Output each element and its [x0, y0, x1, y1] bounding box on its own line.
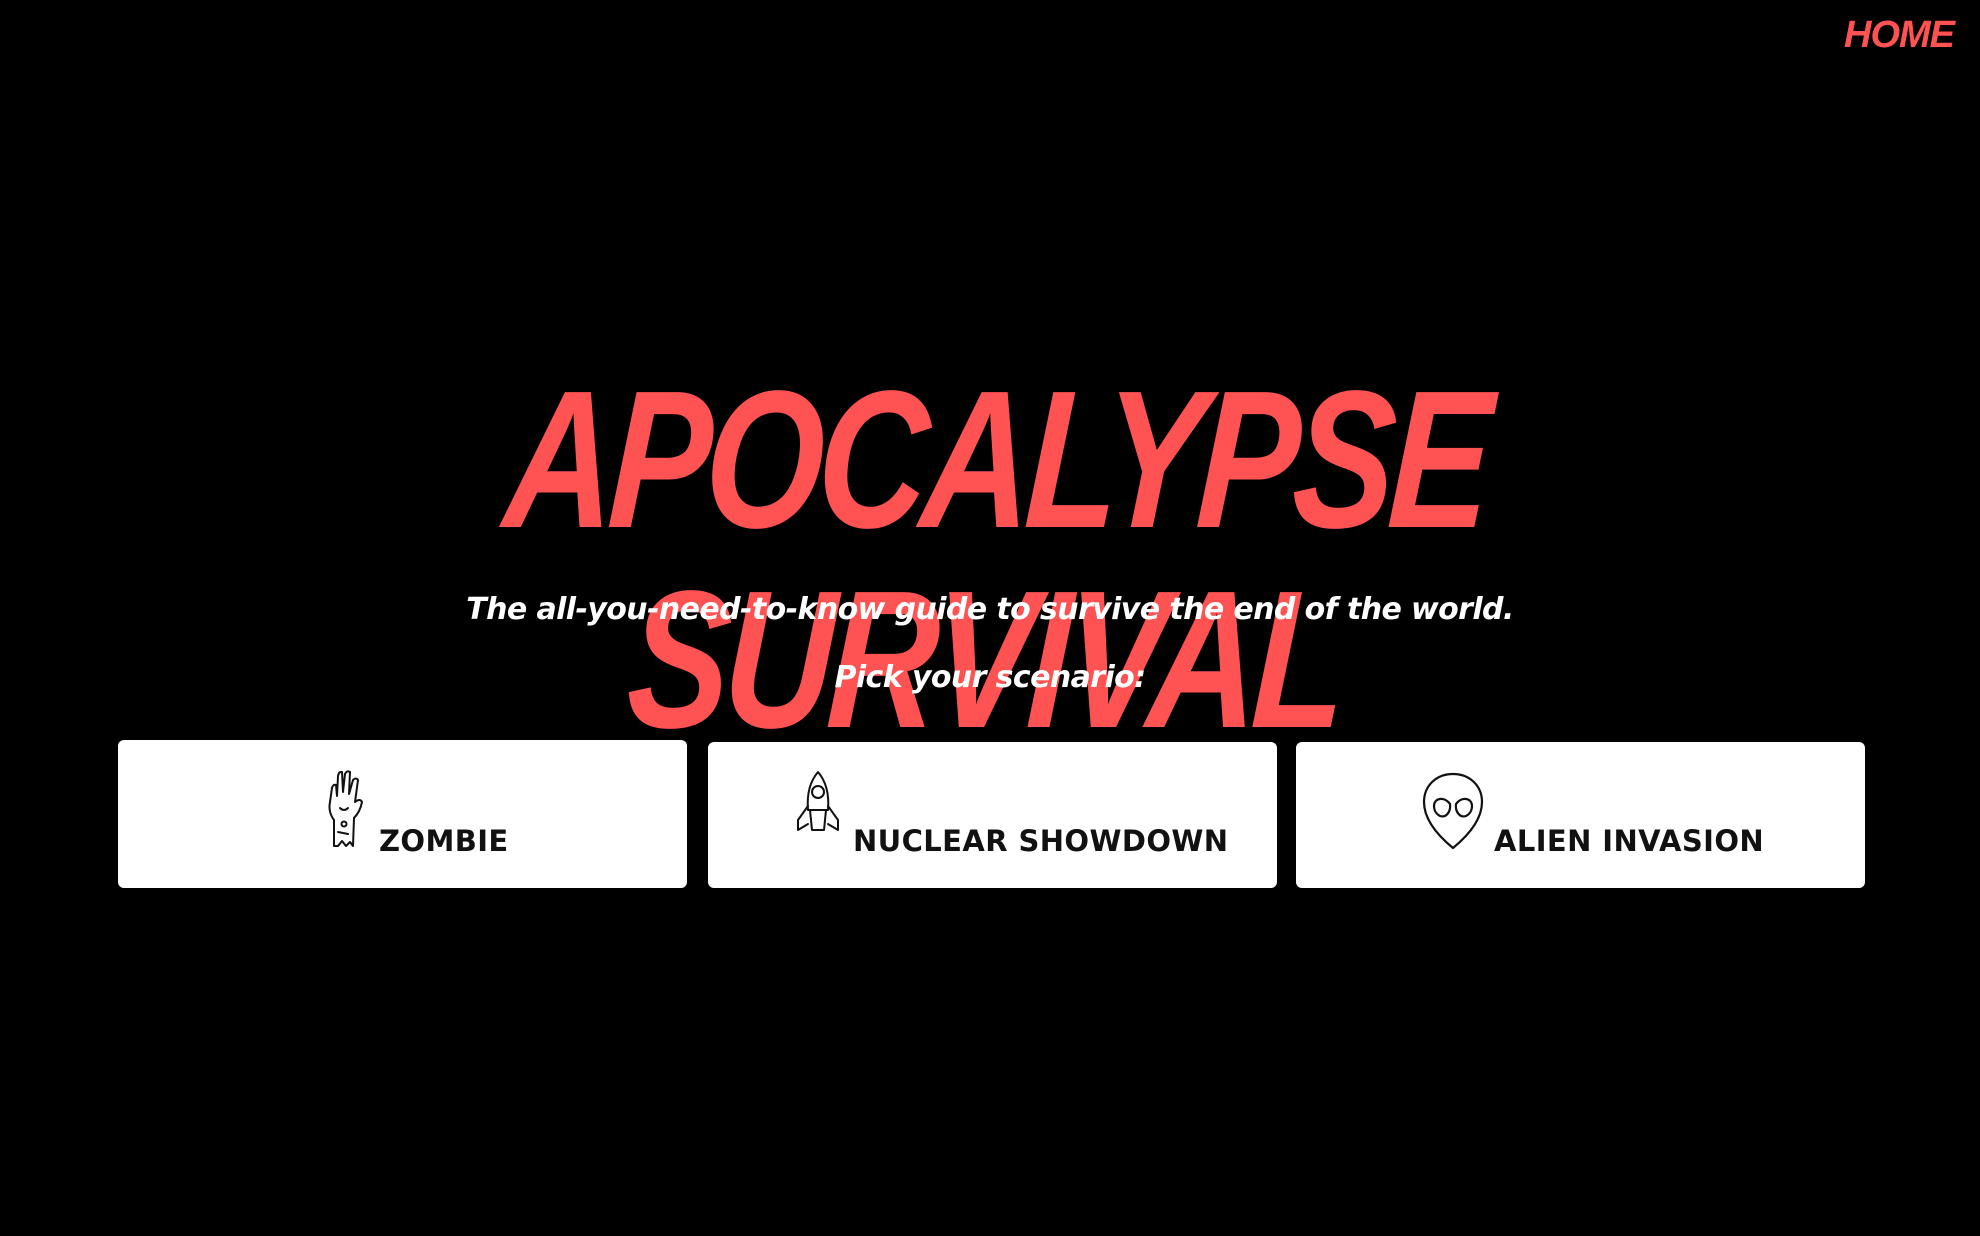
home-link[interactable]: HOME: [1844, 14, 1955, 57]
nuclear-showdown-scenario-button[interactable]: NUCLEAR SHOWDOWN: [708, 742, 1277, 888]
scenario-prompt: Pick your scenario:: [834, 660, 1146, 695]
nuclear-showdown-scenario-label: NUCLEAR SHOWDOWN: [853, 824, 1229, 858]
alien-invasion-scenario-button[interactable]: ALIEN INVASION: [1296, 742, 1865, 888]
zombie-hand-icon: [328, 770, 363, 847]
alien-head-icon: [1422, 772, 1484, 850]
zombie-scenario-button[interactable]: ZOMBIE: [118, 740, 687, 888]
scenario-list: ZOMBIE NUCLEAR SHOWDOWN ALIEN INVASION: [118, 740, 1866, 888]
page-title: APOCALYPSE SURVIVAL: [499, 350, 1492, 769]
rocket-icon: [797, 771, 839, 831]
tagline: The all-you-need-to-know guide to surviv…: [466, 592, 1514, 627]
zombie-scenario-label: ZOMBIE: [379, 824, 509, 858]
alien-invasion-scenario-label: ALIEN INVASION: [1494, 824, 1765, 858]
